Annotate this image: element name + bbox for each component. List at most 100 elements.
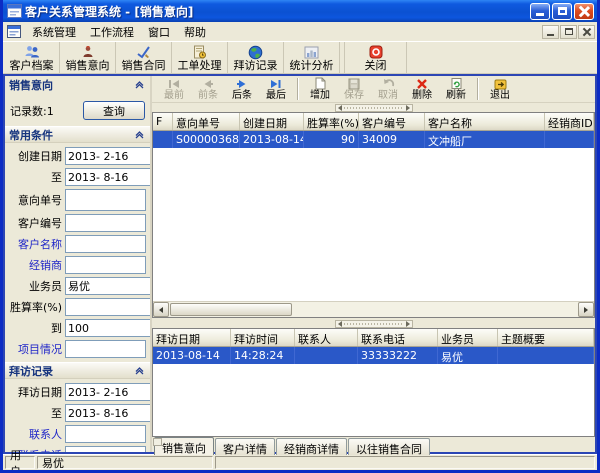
project-input[interactable] [65, 340, 146, 358]
contact-input[interactable] [65, 425, 146, 443]
create-date-input[interactable] [66, 148, 152, 164]
win-rate-input[interactable] [66, 299, 152, 315]
create-date-to-combo[interactable] [65, 168, 152, 186]
column-header[interactable]: 业务员 [438, 329, 498, 346]
close-red-icon [369, 45, 383, 60]
column-header[interactable]: 主题概要 [498, 329, 594, 346]
column-header[interactable]: F [153, 113, 173, 130]
maximize-button[interactable] [552, 3, 572, 20]
menu-help[interactable]: 帮助 [177, 22, 213, 42]
column-header[interactable]: 客户编号 [359, 113, 425, 130]
contact-phone-input[interactable] [65, 446, 146, 452]
visit-date-combo[interactable] [65, 383, 152, 401]
nav-first-button[interactable]: 最前 [157, 76, 191, 102]
child-close-button[interactable] [578, 25, 595, 39]
collapse-visit-icon[interactable] [133, 364, 146, 377]
scroll-left-button[interactable] [153, 302, 169, 317]
dealer-input[interactable] [65, 256, 146, 274]
column-header[interactable]: 联系电话 [358, 329, 438, 346]
win-rate-to-combo[interactable] [65, 319, 152, 337]
mdi-child-icon[interactable] [7, 25, 21, 38]
nav-add-button[interactable]: 增加 [303, 76, 337, 102]
toolbar-close[interactable]: 关闭 [345, 42, 407, 73]
tab-customer-detail[interactable]: 客户详情 [215, 438, 275, 455]
menu-workflow[interactable]: 工作流程 [83, 22, 141, 42]
column-header[interactable]: 经销商ID [545, 113, 594, 130]
create-date-combo[interactable] [65, 147, 152, 165]
toolbar-visit-records[interactable]: 拜访记录 [228, 42, 284, 73]
menu-window[interactable]: 窗口 [141, 22, 177, 42]
customer-no-label: 客户编号 [7, 215, 65, 231]
intent-grid-hscrollbar[interactable] [153, 301, 594, 317]
customer-no-input[interactable] [65, 214, 146, 232]
nav-last-button[interactable]: 最后 [259, 76, 293, 102]
column-header[interactable]: 胜算率(%) [304, 113, 359, 130]
scroll-thumb[interactable] [170, 303, 292, 316]
record-count-row: 记录数:1 查询 [5, 99, 150, 124]
salesman-combo[interactable] [65, 277, 152, 295]
close-button[interactable] [574, 3, 594, 20]
intent-no-input[interactable] [65, 189, 146, 211]
row-cell: 易优 [438, 347, 498, 364]
toolbar-sales-contract[interactable]: 销售合同 [116, 42, 172, 73]
grip-right-icon [406, 321, 410, 327]
minimize-button[interactable] [530, 3, 550, 20]
create-date-to-input[interactable] [66, 169, 152, 185]
customer-no-row: 客户编号 [7, 214, 146, 232]
column-header[interactable]: 拜访时间 [231, 329, 295, 346]
filter-sidebar: 销售意向 记录数:1 查询 常用条件 创建日期 [5, 76, 152, 452]
column-header[interactable]: 客户名称 [425, 113, 545, 130]
grid-scroll-corner[interactable] [153, 438, 162, 446]
customer-name-input[interactable] [65, 235, 146, 253]
close-icon [579, 6, 589, 16]
nav-exit-button[interactable]: 退出 [483, 76, 517, 102]
visit-grid-row-selected[interactable]: 2013-08-14 14:28:24 33333222 易优 [153, 347, 594, 364]
nav-save-button[interactable]: 保存 [337, 76, 371, 102]
section-common-header[interactable]: 常用条件 [5, 126, 150, 143]
row-cell: 34009 [359, 131, 425, 148]
column-header[interactable]: 拜访日期 [153, 329, 231, 346]
nav-delete-button[interactable]: 删除 [405, 76, 439, 102]
section-visit-header[interactable]: 拜访记录 [5, 362, 150, 379]
tab-past-contracts[interactable]: 以往销售合同 [348, 438, 430, 455]
child-restore-button[interactable] [560, 25, 577, 39]
nav-label: 删除 [412, 90, 432, 101]
row-cell [498, 347, 594, 364]
dealer-row: 经销商 [7, 256, 146, 274]
toolbar-sales-intent[interactable]: 销售意向 [60, 42, 116, 73]
visit-date-to-combo[interactable] [65, 404, 152, 422]
visit-date-to-input[interactable] [66, 405, 152, 421]
title-bar: 客户关系管理系统 - [销售意向] [3, 0, 597, 22]
toolbar-workorder[interactable]: 工单处理 [172, 42, 228, 73]
child-minimize-button[interactable] [542, 25, 559, 39]
nav-refresh-button[interactable]: 刷新 [439, 76, 473, 102]
nav-prev-button[interactable]: 前条 [191, 76, 225, 102]
column-header[interactable]: 联系人 [295, 329, 358, 346]
tab-sales-intent[interactable]: 销售意向 [154, 437, 214, 455]
row-cell [545, 131, 594, 148]
win-rate-label: 胜算率(%) [7, 299, 65, 315]
toolbar-stats[interactable]: 统计分析 [284, 42, 340, 73]
intent-grid-row-selected[interactable]: S000003689 2013-08-14 1 90 34009 文冲船厂 [153, 131, 594, 148]
salesman-label: 业务员 [7, 278, 65, 294]
row-cell: 14:28:24 [231, 347, 295, 364]
detail-tab-bar: 销售意向 客户详情 经销商详情 以往销售合同 [152, 437, 595, 457]
toolbar-customer-files[interactable]: 客户档案 [4, 42, 60, 73]
collapse-common-icon[interactable] [133, 128, 146, 141]
visit-grid-splitter[interactable] [335, 320, 413, 328]
nav-next-button[interactable]: 后条 [225, 76, 259, 102]
visit-date-input[interactable] [66, 384, 152, 400]
menu-system[interactable]: 系统管理 [25, 22, 83, 42]
query-button[interactable]: 查询 [83, 101, 145, 120]
intent-grid-splitter[interactable] [335, 104, 413, 112]
column-header[interactable]: 意向单号 [173, 113, 240, 130]
win-rate-combo[interactable] [65, 298, 152, 316]
scroll-right-button[interactable] [578, 302, 594, 317]
project-label: 项目情况 [7, 341, 65, 357]
win-rate-to-input[interactable] [66, 320, 152, 336]
nav-cancel-button[interactable]: 取消 [371, 76, 405, 102]
tab-dealer-detail[interactable]: 经销商详情 [276, 438, 347, 455]
collapse-panel-icon[interactable] [133, 78, 146, 91]
salesman-input[interactable] [66, 278, 152, 294]
column-header[interactable]: 创建日期 [240, 113, 304, 130]
